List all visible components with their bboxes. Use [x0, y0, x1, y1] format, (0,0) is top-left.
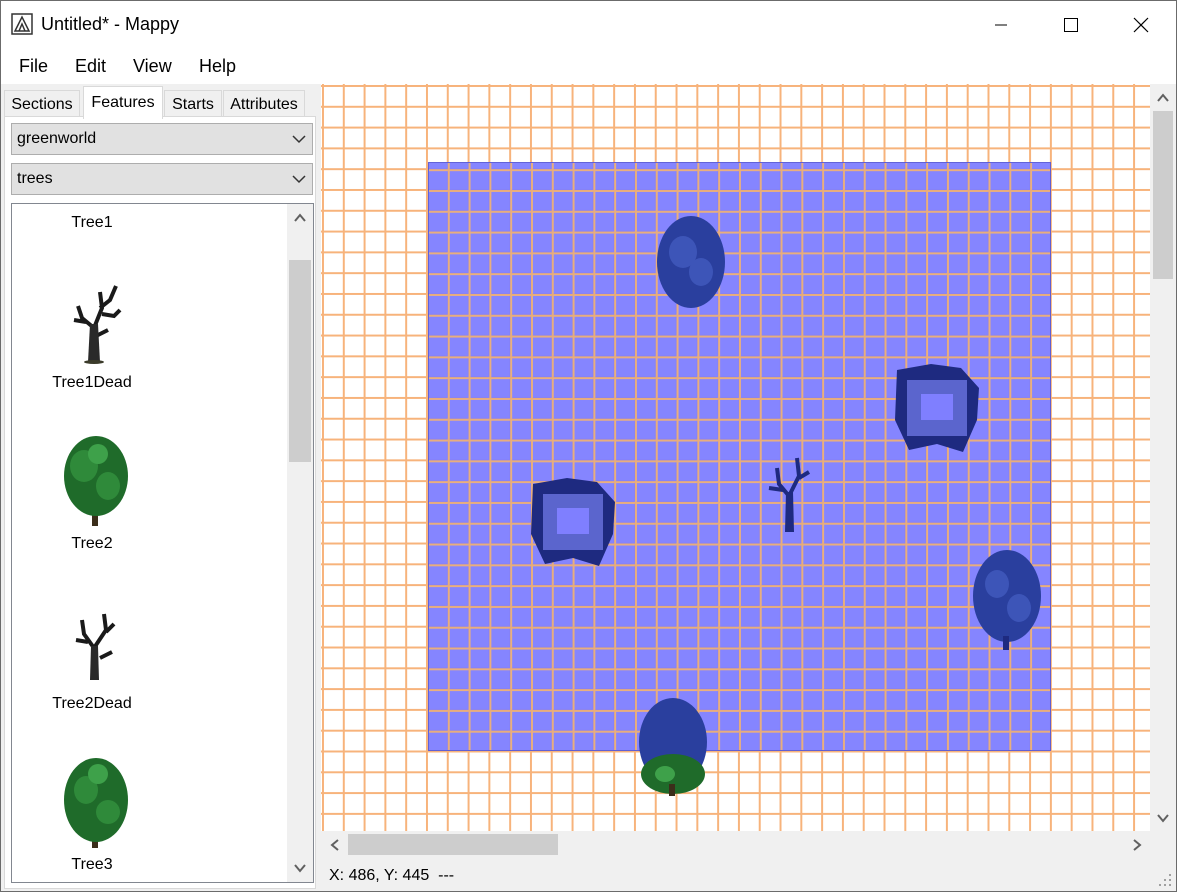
map-horizontal-scroll-thumb[interactable]	[348, 834, 558, 855]
category-select-value: trees	[17, 170, 53, 187]
menu-help[interactable]: Help	[199, 56, 236, 77]
cursor-coordinates: X: 486, Y: 445 ---	[329, 867, 455, 884]
resize-grip-icon[interactable]	[1158, 873, 1172, 887]
menu-view[interactable]: View	[133, 56, 172, 77]
window-title: Untitled* - Mappy	[41, 14, 180, 34]
menu-file[interactable]: File	[19, 56, 48, 77]
feature-list[interactable]: Tree1 Tree1Dead Tree2 Tree2Dead Tree3	[11, 203, 314, 883]
feature-label: Tree1	[71, 214, 113, 231]
feature-list-scroll-thumb[interactable]	[289, 260, 311, 462]
scroll-right-icon[interactable]	[1123, 831, 1150, 858]
tree-icon	[64, 758, 128, 848]
menu-bar: File Edit View Help	[1, 48, 1176, 84]
map-rock-feature[interactable]	[527, 474, 622, 574]
feature-label: Tree1Dead	[52, 374, 132, 391]
tree-icon	[64, 436, 128, 526]
map-tree-feature[interactable]	[969, 544, 1049, 654]
map-canvas[interactable]	[321, 84, 1150, 831]
dead-tree-icon	[75, 613, 116, 680]
category-select[interactable]: trees	[11, 163, 313, 195]
maximize-icon	[1064, 17, 1078, 32]
world-select[interactable]: greenworld	[11, 123, 313, 155]
scroll-up-icon[interactable]	[287, 204, 313, 232]
title-bar[interactable]: Untitled* - Mappy	[1, 1, 1176, 48]
tab-attributes[interactable]: Attributes	[223, 90, 305, 118]
maximize-button[interactable]	[1036, 1, 1106, 48]
dead-tree-icon	[73, 285, 122, 364]
scroll-up-icon[interactable]	[1150, 84, 1176, 111]
map-tree-feature[interactable]	[653, 206, 733, 316]
feature-label: Tree2	[71, 535, 113, 552]
tab-starts[interactable]: Starts	[164, 90, 222, 118]
feature-label: Tree3	[71, 856, 113, 873]
feature-list-scrollbar[interactable]	[287, 204, 313, 882]
tab-sections[interactable]: Sections	[4, 90, 80, 118]
close-icon	[1133, 17, 1149, 32]
scroll-down-icon[interactable]	[1150, 804, 1176, 831]
map-vertical-scrollbar[interactable]	[1150, 84, 1176, 831]
status-bar: X: 486, Y: 445 ---	[321, 858, 1176, 891]
left-panel: Sections Features Starts Attributes gree…	[1, 84, 321, 891]
minimize-icon	[995, 24, 1007, 25]
chevron-down-icon	[292, 175, 306, 184]
mappy-app-icon	[11, 13, 33, 35]
tree-icon	[12, 203, 172, 210]
map-horizontal-scrollbar[interactable]	[321, 831, 1150, 858]
menu-edit[interactable]: Edit	[75, 56, 106, 77]
map-dead-tree-feature[interactable]	[759, 446, 819, 534]
app-window: Untitled* - Mappy File Edit View Help Se…	[0, 0, 1177, 892]
map-vertical-scroll-thumb[interactable]	[1153, 111, 1173, 279]
scroll-left-icon[interactable]	[321, 831, 348, 858]
feature-label: Tree2Dead	[52, 695, 132, 712]
scroll-down-icon[interactable]	[287, 854, 313, 882]
panel-tabs: Sections Features Starts Attributes	[4, 86, 314, 119]
world-select-value: greenworld	[17, 130, 97, 147]
minimize-button[interactable]	[966, 1, 1036, 48]
chevron-down-icon	[292, 135, 306, 144]
map-rock-feature[interactable]	[891, 360, 986, 460]
features-panel: greenworld trees Tree1 Tree1Dead Tree2 T…	[4, 116, 316, 889]
close-button[interactable]	[1106, 1, 1176, 48]
map-tree-feature[interactable]	[635, 694, 715, 798]
tab-features[interactable]: Features	[83, 86, 163, 119]
